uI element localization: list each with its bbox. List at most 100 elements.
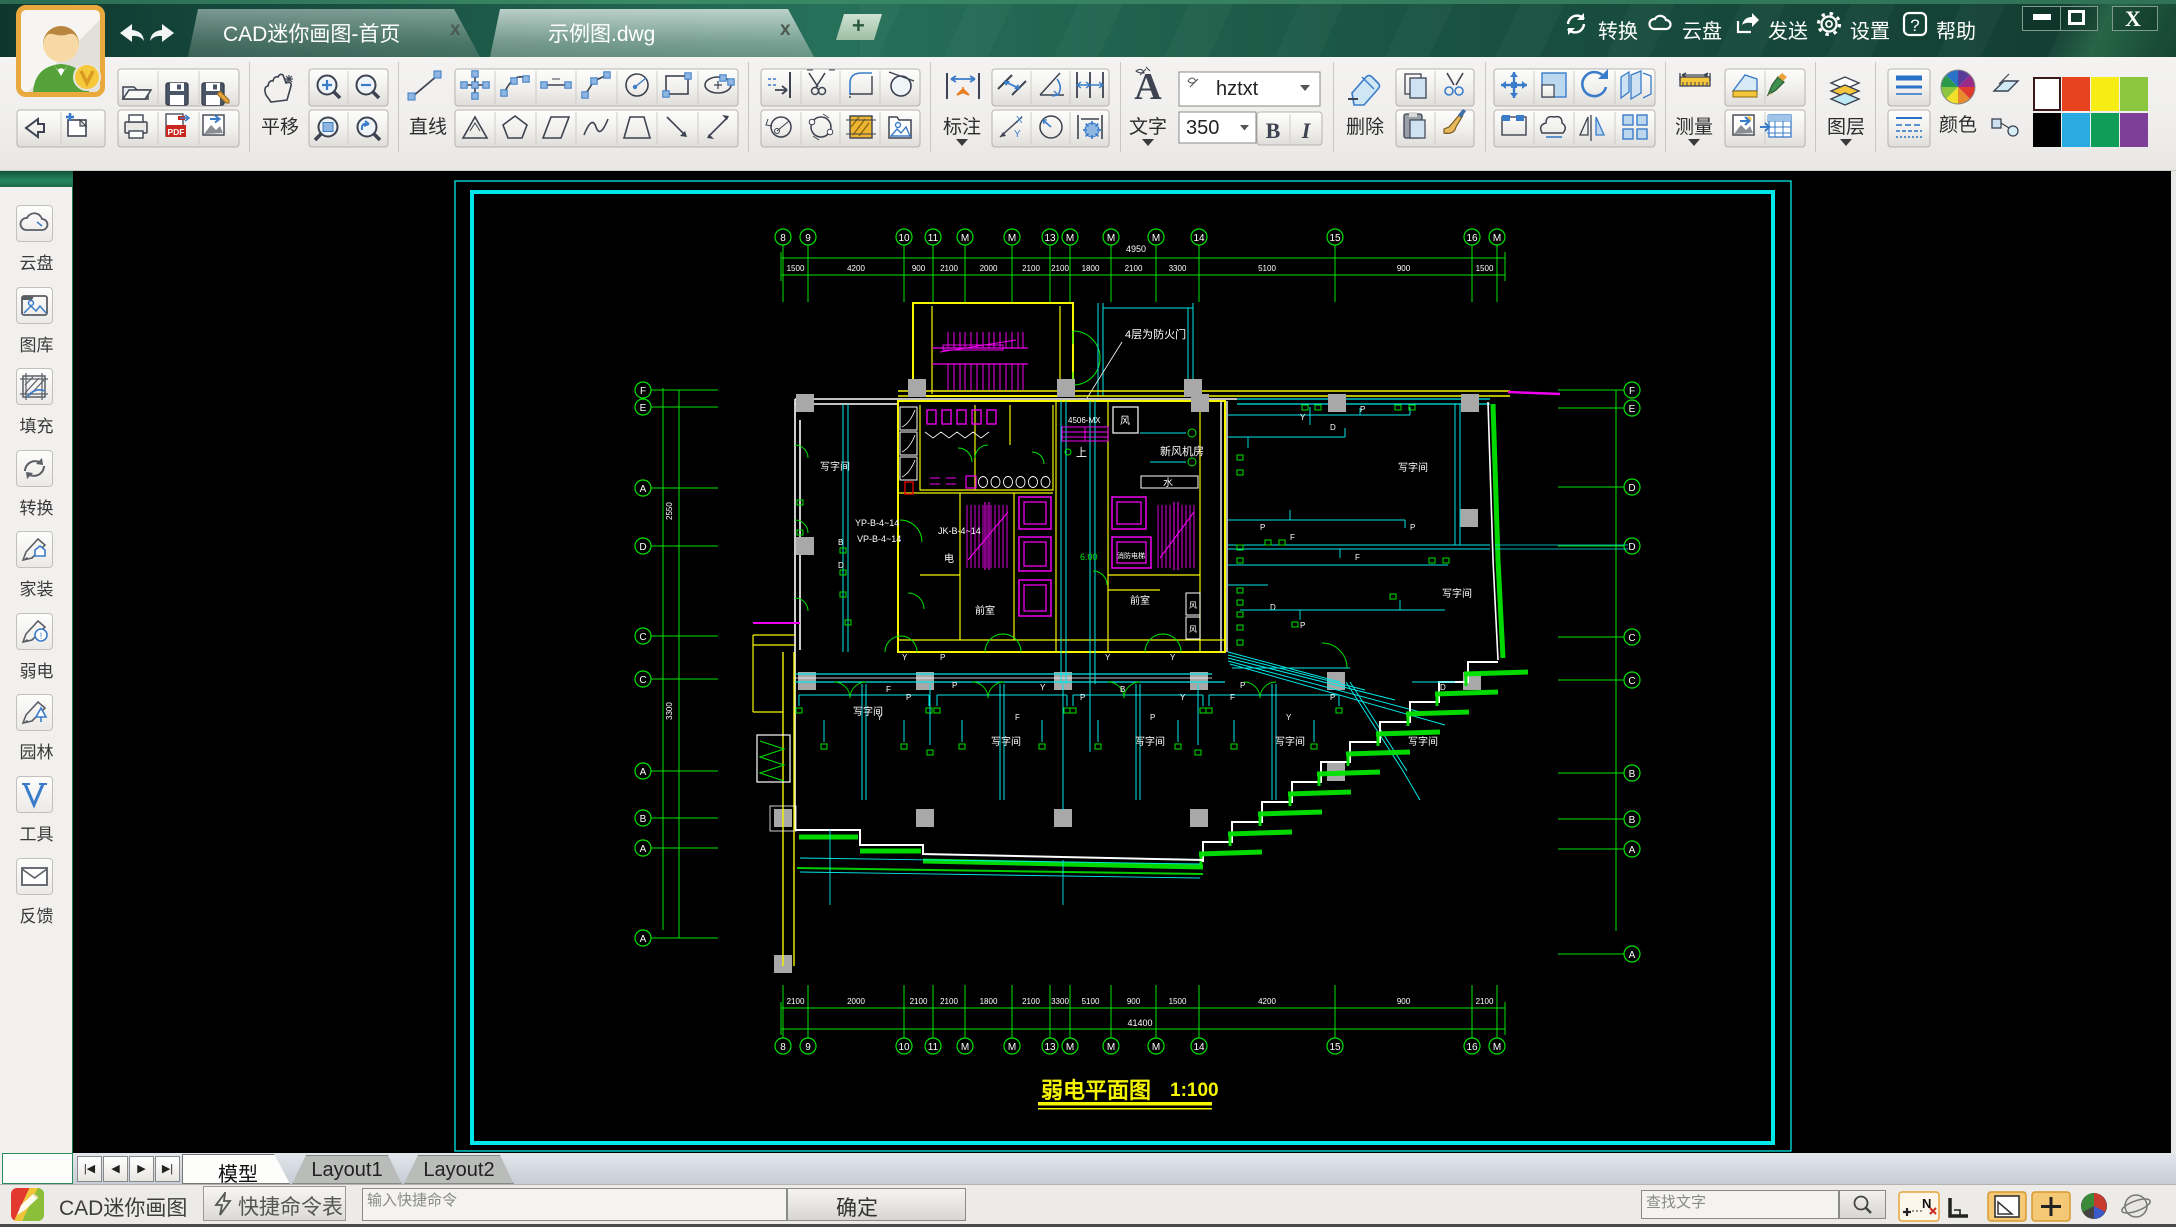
svg-text:M: M <box>1008 233 1016 244</box>
svg-text:测量: 测量 <box>1675 116 1713 138</box>
svg-text:P: P <box>1360 405 1365 414</box>
svg-text:1:100: 1:100 <box>1170 1080 1219 1101</box>
svg-text:D: D <box>1628 483 1635 494</box>
svg-text:4200: 4200 <box>1258 997 1276 1006</box>
svg-text:写字间: 写字间 <box>1442 587 1472 600</box>
svg-text:直线: 直线 <box>409 116 447 138</box>
svg-text:D: D <box>1628 542 1635 553</box>
svg-text:风: 风 <box>1120 415 1130 427</box>
svg-text:900: 900 <box>1397 264 1411 273</box>
svg-text:颜色: 颜色 <box>1939 114 1977 136</box>
svg-text:10: 10 <box>898 233 910 244</box>
svg-text:2100: 2100 <box>940 997 958 1006</box>
svg-text:2100: 2100 <box>1125 264 1143 273</box>
svg-text:删除: 删除 <box>1346 116 1384 138</box>
svg-text:Y: Y <box>877 713 883 722</box>
svg-text:4200: 4200 <box>847 264 865 273</box>
svg-text:10: 10 <box>898 1042 910 1053</box>
svg-text:E: E <box>1629 404 1636 415</box>
svg-text:3300: 3300 <box>1051 997 1069 1006</box>
svg-text:F: F <box>640 386 646 397</box>
svg-text:风: 风 <box>1189 601 1197 610</box>
svg-text:JK-B-4~14: JK-B-4~14 <box>938 526 981 536</box>
svg-text:14: 14 <box>1193 1042 1205 1053</box>
svg-text:14: 14 <box>1193 233 1205 244</box>
svg-text:写字间: 写字间 <box>1408 735 1438 748</box>
svg-text:2100: 2100 <box>1022 997 1040 1006</box>
svg-text:A: A <box>640 484 647 495</box>
svg-text:X: X <box>1016 115 1023 126</box>
svg-text:Y: Y <box>1105 653 1111 662</box>
svg-text:写字间: 写字间 <box>1135 735 1165 748</box>
svg-text:2000: 2000 <box>847 997 865 1006</box>
svg-text:?: ? <box>1910 16 1919 35</box>
svg-text:2100: 2100 <box>1051 264 1069 273</box>
svg-text:F: F <box>886 685 891 694</box>
svg-text:1500: 1500 <box>1476 264 1494 273</box>
svg-text:A: A <box>1629 845 1636 856</box>
svg-text:P: P <box>1330 693 1335 702</box>
svg-text:写字间: 写字间 <box>991 735 1021 748</box>
svg-text:3300: 3300 <box>1169 264 1187 273</box>
svg-text:M: M <box>1066 1042 1074 1053</box>
svg-text:写字间: 写字间 <box>820 460 850 473</box>
svg-text:!: ! <box>40 631 43 641</box>
svg-text:2000: 2000 <box>980 264 998 273</box>
svg-text:I: I <box>1301 118 1312 143</box>
svg-text:M: M <box>1107 1042 1115 1053</box>
svg-text:350: 350 <box>1186 117 1219 139</box>
svg-text:电: 电 <box>944 552 954 565</box>
svg-text:1500: 1500 <box>787 264 805 273</box>
svg-text:11: 11 <box>928 1042 939 1053</box>
svg-text:C: C <box>639 632 646 643</box>
svg-text:A: A <box>640 844 647 855</box>
svg-text:C: C <box>639 675 646 686</box>
svg-text:A: A <box>640 767 647 778</box>
svg-text:15: 15 <box>1329 1042 1341 1053</box>
svg-text:M: M <box>1107 233 1115 244</box>
svg-text:M: M <box>961 233 969 244</box>
svg-text:2100: 2100 <box>940 264 958 273</box>
svg-text:YP-B-4~14: YP-B-4~14 <box>855 518 899 528</box>
svg-text:E: E <box>640 403 647 414</box>
svg-text:PDF: PDF <box>168 127 185 137</box>
svg-text:2100: 2100 <box>787 997 805 1006</box>
svg-text:P: P <box>952 681 957 690</box>
svg-text:文字: 文字 <box>1129 116 1167 138</box>
svg-text:D: D <box>1440 683 1446 692</box>
svg-text:消防电梯: 消防电梯 <box>1117 551 1145 560</box>
svg-text:平移: 平移 <box>261 116 299 138</box>
svg-text:标注: 标注 <box>943 116 981 138</box>
svg-text:Y: Y <box>1300 413 1306 422</box>
svg-text:1800: 1800 <box>980 997 998 1006</box>
svg-text:Y: Y <box>1040 683 1046 692</box>
svg-text:41400: 41400 <box>1127 1018 1152 1028</box>
svg-text:hztxt: hztxt <box>1216 78 1259 100</box>
svg-text:9: 9 <box>805 233 811 244</box>
svg-text:P: P <box>1300 621 1305 630</box>
svg-text:2100: 2100 <box>1476 997 1494 1006</box>
svg-text:4950: 4950 <box>1126 244 1146 254</box>
svg-text:D: D <box>639 542 646 553</box>
svg-text:D: D <box>838 561 844 570</box>
svg-text:B: B <box>838 538 843 547</box>
svg-text:P: P <box>1410 523 1415 532</box>
svg-text:B: B <box>1120 685 1125 694</box>
svg-text:F: F <box>1230 693 1235 702</box>
svg-text:15: 15 <box>1329 233 1341 244</box>
svg-text:水: 水 <box>1163 477 1173 489</box>
svg-text:风: 风 <box>1189 625 1197 634</box>
svg-text:6.00: 6.00 <box>1080 552 1098 562</box>
svg-text:M: M <box>1493 233 1501 244</box>
svg-text:Y: Y <box>1170 653 1176 662</box>
svg-text:F: F <box>1015 713 1020 722</box>
svg-text:F: F <box>1355 553 1360 562</box>
svg-text:A: A <box>640 934 647 945</box>
svg-text:1500: 1500 <box>1169 997 1187 1006</box>
svg-text:11: 11 <box>928 233 939 244</box>
svg-text:P: P <box>940 653 945 662</box>
svg-text:B: B <box>1266 118 1281 143</box>
svg-text:2100: 2100 <box>910 997 928 1006</box>
svg-text:Y: Y <box>902 653 908 662</box>
svg-text:A: A <box>1629 950 1636 961</box>
